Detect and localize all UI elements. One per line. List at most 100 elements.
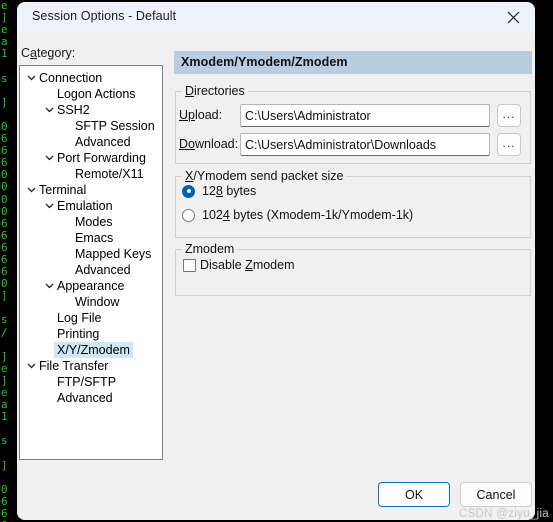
tree-item-advanced[interactable]: Advanced (20, 390, 162, 406)
radio-1024-bytes[interactable]: 1024 bytes (Xmodem-1k/Ymodem-1k) (182, 208, 413, 222)
tree-item-label: Remote/X11 (75, 167, 144, 181)
tree-item-advanced[interactable]: Advanced (20, 262, 162, 278)
category-label: Category: (21, 46, 75, 60)
category-tree[interactable]: Connection Logon Actions SSH2 SFTP Session A… (19, 65, 163, 460)
tree-item-label: Logon Actions (57, 87, 136, 101)
close-icon[interactable] (491, 2, 535, 33)
tree-item-label: Emulation (57, 199, 113, 213)
dialog-title: Session Options - Default (32, 9, 177, 23)
upload-label-accel-pre: U (179, 108, 189, 122)
radio-1024-post: bytes (Xmodem-1k/Ymodem-1k) (229, 208, 414, 222)
tree-item-label: File Transfer (39, 359, 109, 373)
dialog-titlebar: Session Options - Default (17, 2, 535, 33)
disable-zmodem-accel: Z (245, 258, 253, 272)
page-title: Xmodem/Ymodem/Zmodem (181, 55, 348, 69)
tree-item-remote-x11[interactable]: Remote/X11 (20, 166, 162, 182)
tree-item-label: Terminal (39, 183, 87, 197)
download-label-accel: o (188, 137, 195, 151)
tree-item-label: SSH2 (57, 103, 90, 117)
ellipsis-icon: ... (502, 135, 516, 150)
tree-item-logon-actions[interactable]: Logon Actions (20, 86, 162, 102)
tree-item-x-y-zmodem[interactable]: X/Y/Zmodem (20, 342, 162, 358)
pane-header-band: Xmodem/Ymodem/Zmodem (174, 51, 532, 74)
tree-item-advanced[interactable]: Advanced (20, 134, 162, 150)
tree-item-label: FTP/SFTP (57, 375, 117, 389)
chevron-down-icon[interactable] (27, 358, 38, 374)
category-label-accel: a (30, 46, 37, 60)
directories-legend-accel: D (185, 84, 195, 98)
packet-size-legend-text: /Ymodem send packet size (193, 169, 344, 183)
tree-item-emulation[interactable]: Emulation (20, 198, 162, 214)
chevron-down-icon[interactable] (27, 182, 38, 198)
chevron-down-icon[interactable] (45, 102, 56, 118)
zmodem-group-legend: Zmodem (182, 242, 238, 256)
radio-128-post: bytes (222, 184, 257, 198)
download-browse-button[interactable]: ... (497, 133, 521, 156)
dialog-body: Category: Connection Logon Actions SSH2 SFT… (17, 33, 535, 520)
packet-size-group-legend: X/Ymodem send packet size (182, 169, 347, 183)
directories-legend-text: irectories (194, 84, 245, 98)
tree-item-label: Appearance (57, 279, 125, 293)
tree-item-label: Advanced (57, 391, 113, 405)
tree-item-label: Mapped Keys (75, 247, 152, 261)
radio-1024-accel: 4 (222, 208, 230, 222)
chevron-down-icon[interactable] (45, 150, 56, 166)
upload-label-accel: p (188, 108, 195, 122)
tree-item-label: Log File (57, 311, 102, 325)
upload-label: Upload: (179, 108, 222, 122)
category-label-post: tegory: (36, 46, 76, 60)
tree-item-label: Modes (75, 215, 113, 229)
tree-item-ssh2[interactable]: SSH2 (20, 102, 162, 118)
ok-button[interactable]: OK (378, 482, 450, 507)
upload-browse-button[interactable]: ... (497, 104, 521, 127)
tree-item-log-file[interactable]: Log File (20, 310, 162, 326)
download-label: Download: (179, 137, 238, 151)
zmodem-group: Zmodem (175, 242, 531, 296)
tree-item-label: Emacs (75, 231, 114, 245)
directories-group-legend: Directories (182, 84, 248, 98)
radio-128-bytes[interactable]: 128 bytes (182, 184, 256, 198)
tree-item-window[interactable]: Window (20, 294, 162, 310)
tree-item-terminal[interactable]: Terminal (20, 182, 162, 198)
tree-item-ftp-sftp[interactable]: FTP/SFTP (20, 374, 162, 390)
disable-zmodem-label: Disable Zmodem (200, 258, 295, 272)
category-label-pre: C (21, 46, 31, 60)
tree-item-modes[interactable]: Modes (20, 214, 162, 230)
radio-128-pre: 12 (202, 184, 216, 198)
download-directory-input[interactable] (240, 133, 490, 156)
radio-unselected-icon (182, 208, 195, 222)
tree-item-sftp-session[interactable]: SFTP Session (20, 118, 162, 134)
tree-item-printing[interactable]: Printing (20, 326, 162, 342)
checkbox-unchecked-icon (183, 258, 196, 272)
upload-directory-input[interactable] (240, 104, 490, 127)
tree-item-label: X/Y/Zmodem (54, 342, 133, 358)
tree-item-label: SFTP Session (75, 119, 155, 133)
radio-1024-pre: 102 (202, 208, 223, 222)
tree-item-label: Advanced (75, 263, 131, 277)
disable-zmodem-pre: Disable (200, 258, 246, 272)
tree-item-label: Advanced (75, 135, 131, 149)
cancel-button[interactable]: Cancel (460, 482, 532, 507)
tree-item-emacs[interactable]: Emacs (20, 230, 162, 246)
upload-label-post: load: (194, 108, 223, 122)
tree-item-mapped-keys[interactable]: Mapped Keys (20, 246, 162, 262)
chevron-down-icon[interactable] (45, 278, 56, 294)
settings-pane: Xmodem/Ymodem/Zmodem Directories Upload:… (174, 51, 532, 491)
disable-zmodem-post: modem (252, 258, 295, 272)
tree-item-label: Window (75, 295, 120, 309)
chevron-down-icon[interactable] (27, 70, 38, 86)
radio-1024-label: 1024 bytes (Xmodem-1k/Ymodem-1k) (202, 208, 413, 222)
tree-item-label: Connection (39, 71, 103, 85)
disable-zmodem-checkbox[interactable]: Disable Zmodem (183, 258, 295, 272)
chevron-down-icon[interactable] (45, 198, 56, 214)
radio-selected-icon (182, 184, 195, 198)
download-label-accel-pre: D (179, 137, 189, 151)
download-label-post: wnload: (194, 137, 239, 151)
tree-item-connection[interactable]: Connection (20, 70, 162, 86)
tree-item-file-transfer[interactable]: File Transfer (20, 358, 162, 374)
radio-128-label: 128 bytes (202, 184, 256, 198)
session-options-dialog: Session Options - Default Category: Conn… (17, 2, 535, 520)
tree-item-port-forwarding[interactable]: Port Forwarding (20, 150, 162, 166)
tree-item-label: Printing (57, 327, 100, 341)
tree-item-appearance[interactable]: Appearance (20, 278, 162, 294)
